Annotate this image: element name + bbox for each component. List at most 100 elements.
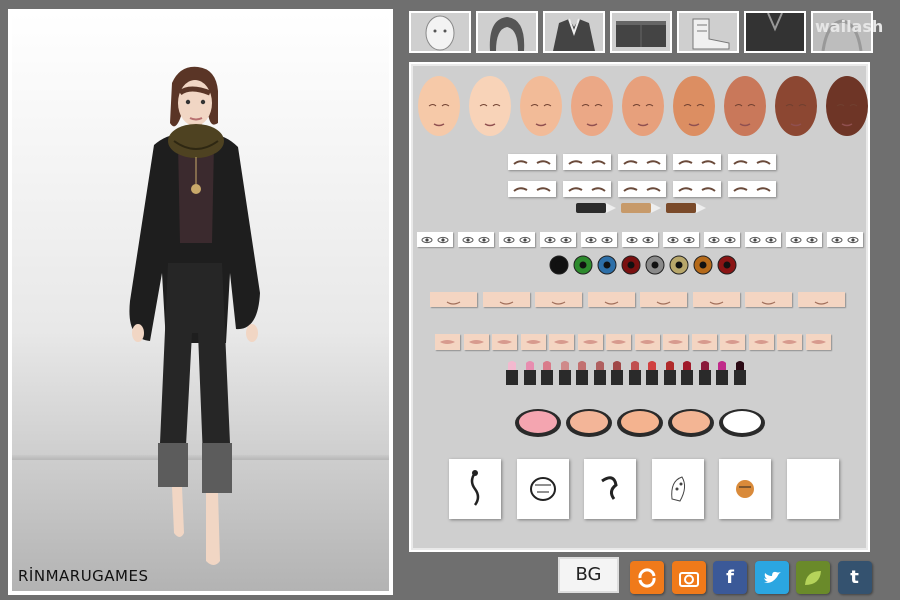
eye-shape-option[interactable] xyxy=(540,232,576,247)
nose-option[interactable] xyxy=(640,292,687,307)
eyebrow-option[interactable] xyxy=(563,154,611,170)
eye-shape-option[interactable] xyxy=(581,232,617,247)
mouth-option[interactable] xyxy=(606,334,631,350)
tab-shoes[interactable] xyxy=(677,11,739,53)
eyebrow-option[interactable] xyxy=(728,181,776,197)
skin-tone-swatch[interactable] xyxy=(772,72,820,142)
tab-hair[interactable] xyxy=(476,11,538,53)
tattoo-option[interactable] xyxy=(651,459,704,519)
eye-color-swatch[interactable] xyxy=(573,255,593,275)
eye-shape-option[interactable] xyxy=(458,232,494,247)
eye-color-swatch[interactable] xyxy=(669,255,689,275)
tattoo-option[interactable] xyxy=(786,459,839,519)
nose-option[interactable] xyxy=(745,292,792,307)
eyebrow-option[interactable] xyxy=(618,154,666,170)
twitter-share-button[interactable] xyxy=(754,561,789,594)
eye-shape-option[interactable] xyxy=(622,232,658,247)
background-button[interactable]: BG xyxy=(558,557,619,593)
nose-option[interactable] xyxy=(535,292,582,307)
tab-face[interactable] xyxy=(409,11,471,53)
eye-color-swatch[interactable] xyxy=(597,255,617,275)
mouth-option[interactable] xyxy=(435,334,460,350)
mouth-option[interactable] xyxy=(520,334,546,350)
eyebrow-option[interactable] xyxy=(673,181,721,197)
blush-swatch[interactable] xyxy=(667,408,715,438)
tattoo-option[interactable] xyxy=(516,459,569,519)
mouth-option[interactable] xyxy=(691,334,717,350)
eyebrow-pencil-swatch[interactable] xyxy=(666,201,706,215)
lipstick-swatch[interactable] xyxy=(698,360,711,385)
facebook-share-button[interactable]: f xyxy=(713,561,747,594)
eye-color-swatch[interactable] xyxy=(621,255,641,275)
eye-shape-option[interactable] xyxy=(786,232,822,247)
eye-color-swatch[interactable] xyxy=(717,255,737,275)
eye-shape-option[interactable] xyxy=(499,232,535,247)
eyebrow-option[interactable] xyxy=(728,154,776,170)
nose-option[interactable] xyxy=(692,292,740,307)
skin-tone-swatch[interactable] xyxy=(466,72,514,142)
lipstick-swatch[interactable] xyxy=(558,360,571,385)
eyebrow-pencil-swatch[interactable] xyxy=(621,201,661,215)
mouth-option[interactable] xyxy=(492,334,517,350)
eye-shape-option[interactable] xyxy=(704,232,740,247)
eyebrow-option[interactable] xyxy=(618,181,666,197)
lipstick-swatch[interactable] xyxy=(681,360,693,385)
mouth-option[interactable] xyxy=(777,334,802,350)
eyebrow-option[interactable] xyxy=(563,181,611,197)
tab-bottom[interactable] xyxy=(610,11,672,53)
eyebrow-option[interactable] xyxy=(673,154,721,170)
skin-tone-swatch[interactable] xyxy=(415,72,463,142)
lipstick-swatch[interactable] xyxy=(523,360,536,385)
nose-option[interactable] xyxy=(587,292,635,307)
eyebrow-option[interactable] xyxy=(508,154,556,170)
lipstick-swatch[interactable] xyxy=(593,360,606,385)
mouth-option[interactable] xyxy=(663,334,688,350)
mouth-option[interactable] xyxy=(634,334,660,350)
skin-tone-swatch[interactable] xyxy=(568,72,616,142)
skin-tone-swatch[interactable] xyxy=(619,72,667,142)
mouth-option[interactable] xyxy=(577,334,603,350)
mouth-option[interactable] xyxy=(805,334,831,350)
eye-color-swatch[interactable] xyxy=(645,255,665,275)
lipstick-swatch[interactable] xyxy=(733,360,746,385)
mouth-option[interactable] xyxy=(748,334,774,350)
nose-option[interactable] xyxy=(482,292,530,307)
skin-tone-swatch[interactable] xyxy=(670,72,718,142)
refresh-share-button[interactable] xyxy=(630,561,664,594)
skin-tone-swatch[interactable] xyxy=(823,72,871,142)
tattoo-option[interactable] xyxy=(584,459,636,519)
mouth-option[interactable] xyxy=(720,334,745,350)
mouth-option[interactable] xyxy=(463,334,489,350)
blush-swatch[interactable] xyxy=(616,408,664,438)
nose-option[interactable] xyxy=(797,292,845,307)
lipstick-swatch[interactable] xyxy=(611,360,623,385)
lipstick-swatch[interactable] xyxy=(576,360,588,385)
tattoo-option[interactable] xyxy=(719,459,771,519)
tumblr-share-button[interactable]: t xyxy=(837,561,872,594)
eyebrow-pencil-swatch[interactable] xyxy=(576,201,616,215)
nose-option[interactable] xyxy=(430,292,477,307)
mouth-option[interactable] xyxy=(549,334,574,350)
skin-tone-swatch[interactable] xyxy=(721,72,769,142)
skin-tone-swatch[interactable] xyxy=(517,72,565,142)
lipstick-swatch[interactable] xyxy=(716,360,728,385)
camera-share-button[interactable] xyxy=(671,561,706,594)
eye-shape-option[interactable] xyxy=(663,232,699,247)
eye-shape-option[interactable] xyxy=(745,232,781,247)
lipstick-swatch[interactable] xyxy=(663,360,676,385)
lipstick-swatch[interactable] xyxy=(506,360,518,385)
blush-swatch[interactable] xyxy=(718,408,766,438)
lipstick-swatch[interactable] xyxy=(646,360,658,385)
leaf-share-button[interactable] xyxy=(796,561,830,594)
eye-shape-option[interactable] xyxy=(417,232,453,247)
tab-top[interactable] xyxy=(543,11,605,53)
tattoo-option[interactable] xyxy=(449,459,501,519)
lipstick-swatch[interactable] xyxy=(628,360,641,385)
lipstick-swatch[interactable] xyxy=(541,360,553,385)
eye-color-swatch[interactable] xyxy=(549,255,569,275)
blush-swatch[interactable] xyxy=(565,408,613,438)
eyebrow-option[interactable] xyxy=(508,181,556,197)
eye-color-swatch[interactable] xyxy=(693,255,713,275)
blush-swatch[interactable] xyxy=(514,408,562,438)
eye-shape-option[interactable] xyxy=(827,232,863,247)
